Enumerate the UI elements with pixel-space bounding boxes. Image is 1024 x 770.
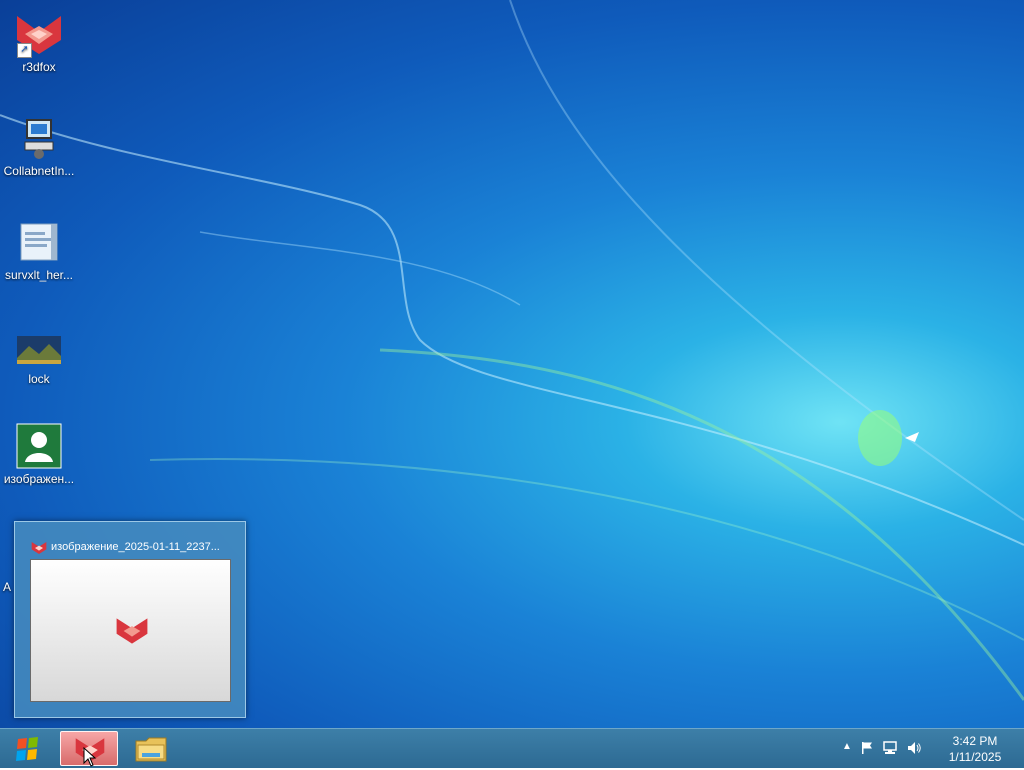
clock[interactable]: 3:42 PM 1/11/2025 bbox=[940, 733, 1010, 765]
landscape-image-icon bbox=[15, 322, 63, 370]
system-tray: ▲ 3:42 PM 1/11/2025 bbox=[834, 729, 1024, 769]
network-icon[interactable] bbox=[882, 741, 898, 755]
preview-thumbnail[interactable] bbox=[30, 559, 231, 702]
computer-setup-icon bbox=[15, 114, 63, 162]
clock-time: 3:42 PM bbox=[952, 734, 998, 748]
preview-title: изображение_2025-01-11_2237... bbox=[51, 541, 220, 553]
windows-logo-icon bbox=[16, 737, 38, 761]
taskbar: ▲ 3:42 PM 1/11/2025 bbox=[0, 728, 1024, 768]
desktop[interactable]: ➚ r3dfox CollabnetIn... survxlt_her... l… bbox=[0, 0, 1024, 728]
taskbar-button-r3dfox[interactable] bbox=[60, 731, 118, 767]
taskbar-thumbnail-preview[interactable]: изображение_2025-01-11_2237... bbox=[14, 521, 246, 718]
action-center-flag-icon[interactable] bbox=[860, 741, 874, 755]
folder-icon bbox=[135, 737, 167, 762]
volume-icon[interactable] bbox=[906, 741, 922, 755]
start-button[interactable] bbox=[6, 733, 50, 765]
desktop-icon-label: изображен... bbox=[3, 472, 75, 486]
desktop-icon-survxlt[interactable]: survxlt_her... bbox=[0, 218, 78, 282]
taskbar-button-explorer[interactable] bbox=[122, 731, 180, 766]
r3dfox-icon bbox=[116, 618, 148, 644]
partial-icon-label: A bbox=[3, 580, 12, 594]
desktop-icon-label: survxlt_her... bbox=[4, 268, 74, 282]
user-image-icon bbox=[15, 422, 63, 470]
desktop-icon-image[interactable]: изображен... bbox=[0, 422, 78, 486]
document-icon bbox=[15, 218, 63, 266]
desktop-icon-collabnet[interactable]: CollabnetIn... bbox=[0, 114, 78, 178]
r3dfox-icon bbox=[31, 542, 47, 554]
desktop-icon-lock[interactable]: lock bbox=[0, 322, 78, 386]
mouse-cursor-icon bbox=[83, 747, 97, 767]
desktop-icon-r3dfox[interactable]: ➚ r3dfox bbox=[0, 10, 78, 74]
chevron-up-icon[interactable]: ▲ bbox=[842, 741, 852, 752]
desktop-icon-label: r3dfox bbox=[22, 60, 56, 74]
shortcut-arrow-icon: ➚ bbox=[17, 43, 32, 58]
clock-date: 1/11/2025 bbox=[948, 750, 1002, 764]
desktop-icon-label: CollabnetIn... bbox=[3, 164, 75, 178]
desktop-icon-label: lock bbox=[28, 372, 50, 386]
r3dfox-icon: ➚ bbox=[15, 10, 63, 58]
